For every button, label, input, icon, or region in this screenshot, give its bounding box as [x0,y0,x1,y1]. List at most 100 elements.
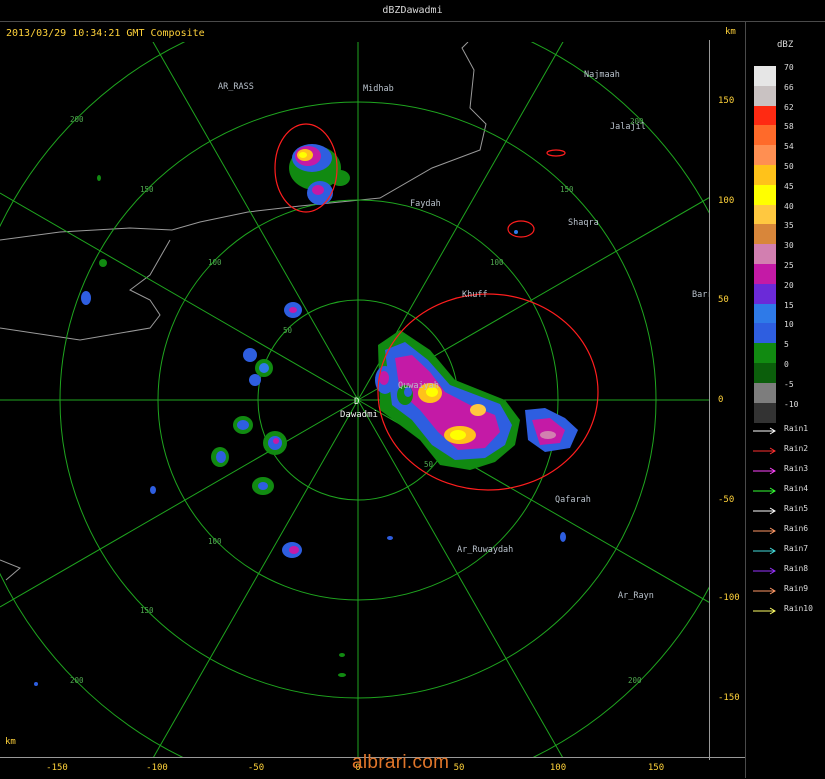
legend-swatch [754,363,776,383]
x-tick-neg150: -150 [46,763,68,773]
place-midhab: Midhab [363,84,394,94]
arrow-icon [753,587,776,595]
ring-label-50: 50 [283,326,293,335]
arrow-icon [753,427,776,435]
legend-panel: dBZ 70 66 62 58 54 50 45 40 35 30 25 20 15 10 5 0 -5 -10 … [745,22,825,778]
legend-swatch-label: -10 [784,399,799,409]
legend-swatch-label: 25 [784,261,794,270]
x-tick-150: 150 [647,763,665,773]
rain-track-item: Rain9 [752,584,824,596]
place-labels: AR_RASS Midhab Najmaah Jalajil Faydah Sh… [218,70,709,601]
legend-swatch [754,165,776,185]
legend-swatch [754,264,776,284]
legend-swatch [754,204,776,225]
rain-track-item: Rain1 [752,424,824,436]
legend-swatch-label: 40 [784,201,794,211]
legend-swatch [754,105,776,126]
place-khuff: Khuff [462,290,488,300]
arrow-icon [753,547,776,555]
place-jalajil: Jalajil [610,122,646,132]
x-tick-neg100: -100 [146,763,168,773]
ring-label-100-se: 100 [208,537,222,546]
y-tick-50: 50 [718,295,729,305]
radar-display[interactable]: 50 100 150 200 100 150 200 50 150 200 20… [0,0,745,757]
place-ar-ruwaydah: Ar_Ruwaydah [457,545,513,555]
legend-swatch-label: 50 [784,162,794,171]
legend-swatch [754,125,776,146]
place-ar-rayn: Ar_Rayn [618,591,654,601]
legend-swatch [754,85,776,106]
ring-label-150-se: 150 [140,606,154,615]
legend-swatch-label: 0 [784,360,789,369]
rain-track-label: Rain8 [784,564,809,573]
legend-swatch-label: 58 [784,122,794,132]
rain-track-label: Rain1 [784,424,809,433]
place-ar-rass: AR_RASS [218,82,254,92]
rain-track-label: Rain9 [784,584,809,593]
y-tick-0: 0 [718,395,724,405]
legend-swatch-label: 10 [784,320,794,330]
legend-swatch-label: 66 [784,82,794,92]
arrow-icon [753,487,776,495]
legend-swatch-label: 54 [784,142,794,152]
ring-label-100: 100 [208,258,222,267]
x-tick-neg50: -50 [247,763,265,773]
rain-track-item: Rain3 [752,464,824,476]
reflectivity-echoes [34,144,578,686]
place-qafarah: Qafarah [555,495,591,505]
arrow-icon [753,607,776,615]
legend-swatch-label: 5 [784,340,789,350]
ring-label-200: 200 [70,115,84,124]
legend-swatch-label: 30 [784,241,794,251]
legend-swatch [754,303,776,324]
track-circle-tiny-ne [546,149,566,157]
legend-swatch [754,382,776,403]
legend-swatch-label: -5 [784,379,794,389]
rain-track-item: Rain4 [752,484,824,496]
radar-site-name: Dawadmi [340,410,378,420]
arrow-icon [753,567,776,575]
rain-track-label: Rain10 [784,604,813,613]
y-axis: 150 100 50 0 -50 -100 -150 [709,40,740,760]
rain-track-item: Rain7 [752,544,824,556]
y-tick-100: 100 [718,196,735,206]
y-tick-neg50: -50 [718,495,735,505]
legend-swatch [754,244,776,265]
legend-swatch [754,184,776,205]
rain-track-label: Rain5 [784,504,809,513]
legend-swatch-label: 45 [784,181,794,191]
echo-cell-north [289,144,350,205]
rain-track-label: Rain3 [784,464,809,473]
rain-track-label: Rain2 [784,444,809,453]
y-tick-150: 150 [718,96,735,106]
rain-track-label: Rain4 [784,484,809,493]
place-shaqra: Shaqra [568,218,599,228]
legend-swatch [754,343,776,364]
place-quwaiyah: Quwaiyah [398,381,439,391]
rain-track-item: Rain8 [752,564,824,576]
place-najmaah: Najmaah [584,70,620,80]
legend-swatch-label: 35 [784,221,794,231]
track-circle-small-ne [507,220,535,238]
rain-track-label: Rain6 [784,524,809,533]
legend-swatch-label: 15 [784,300,794,310]
rain-track-label: Rain7 [784,544,809,553]
x-axis-unit: km [5,737,16,747]
radial-spokes [0,42,709,757]
arrow-icon [753,447,776,455]
x-tick-100: 100 [549,763,567,773]
legend-swatch [754,224,776,245]
y-tick-neg150: -150 [718,693,740,703]
y-tick-neg100: -100 [718,593,740,603]
legend-swatch [754,283,776,304]
watermark: albrari.com [352,752,450,773]
place-faydah: Faydah [410,199,441,209]
radar-site-marker: D [354,397,359,407]
legend-swatch-label: 62 [784,102,794,112]
rain-track-item: Rain2 [752,444,824,456]
radar-window: dBZDawadmi 2013/03/29 10:34:21 GMT Compo… [0,0,825,778]
legend-swatch [754,145,776,166]
x-tick-50: 50 [453,763,465,773]
arrow-icon [753,467,776,475]
legend-swatch-label: 70 [784,63,794,72]
